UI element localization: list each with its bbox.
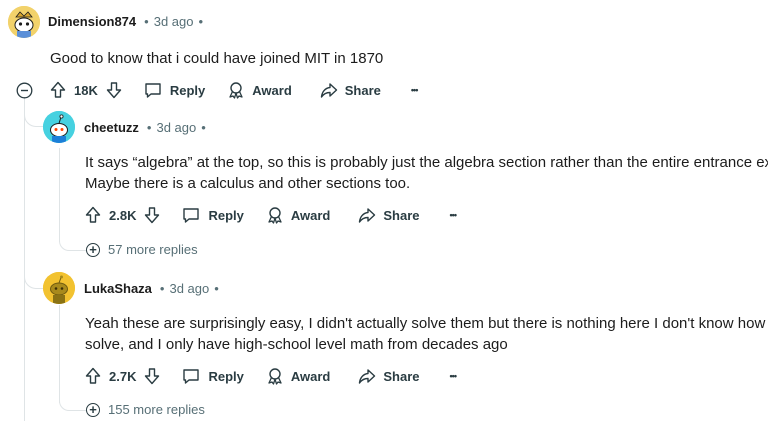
snoo-avatar-icon xyxy=(8,6,40,38)
reply-label: Reply xyxy=(208,368,244,384)
plus-icon: + xyxy=(86,242,100,257)
share-label: Share xyxy=(383,207,420,223)
separator-dot: • xyxy=(198,14,204,29)
comment-text-line: solve, and I only have high-school level… xyxy=(85,336,508,353)
more-replies-link[interactable]: + 155 more replies xyxy=(86,402,205,417)
reply-button[interactable]: Reply xyxy=(182,206,244,224)
separator-dot: • xyxy=(146,120,152,135)
vote-score: 2.7K xyxy=(109,368,137,384)
thread-line-root xyxy=(24,98,25,421)
upvote-button[interactable] xyxy=(85,206,101,224)
comment-username[interactable]: cheetuzz xyxy=(84,120,139,135)
separator-dot: • xyxy=(144,14,149,29)
award-icon xyxy=(229,82,243,99)
vote-score: 18K xyxy=(74,82,98,98)
snoo-avatar-icon xyxy=(43,272,75,304)
award-icon xyxy=(268,207,282,224)
connector-reply2 xyxy=(24,272,43,289)
downvote-arrow-icon xyxy=(145,207,160,224)
reply-bubble-icon xyxy=(145,83,161,98)
connector-more2 xyxy=(59,396,86,411)
thread-line-reply2 xyxy=(59,305,60,403)
separator-dot: • xyxy=(201,120,206,135)
comment-actions: 2.7K Reply Award Share ••• xyxy=(85,364,458,388)
share-arrow-icon xyxy=(359,369,376,384)
downvote-button[interactable] xyxy=(106,81,122,99)
thread-line-reply1 xyxy=(59,148,60,242)
reply-label: Reply xyxy=(169,82,206,98)
more-replies-link[interactable]: + 57 more replies xyxy=(86,242,198,257)
comment-body: It says “algebra” at the top, so this is… xyxy=(85,152,768,194)
award-button[interactable]: Award xyxy=(227,81,292,99)
collapse-minus-icon xyxy=(16,82,33,99)
reply-label: Reply xyxy=(208,207,244,223)
downvote-arrow-icon xyxy=(106,82,122,99)
upvote-arrow-icon xyxy=(85,206,101,223)
share-button[interactable]: Share xyxy=(358,367,420,385)
award-label: Award xyxy=(290,207,331,223)
collapse-button[interactable] xyxy=(16,82,33,99)
comment-text-line: It says “algebra” at the top, so this is… xyxy=(85,154,768,171)
comment-body: Yeah these are surprisingly easy, I didn… xyxy=(85,313,765,355)
comment-actions: 18K Reply Award Share ••• xyxy=(50,78,419,102)
share-arrow-icon xyxy=(359,208,376,223)
upvote-button[interactable] xyxy=(85,367,101,385)
share-label: Share xyxy=(344,82,381,98)
separator-dot: • xyxy=(214,281,219,296)
award-button[interactable]: Award xyxy=(266,206,331,224)
downvote-button[interactable] xyxy=(144,206,160,224)
upvote-arrow-icon xyxy=(85,367,101,384)
comment-text-line: Maybe there is a calculus and other sect… xyxy=(85,175,411,192)
avatar[interactable] xyxy=(43,111,75,143)
upvote-arrow-icon xyxy=(50,81,66,98)
comment-text-line: Good to know that i could have joined MI… xyxy=(50,50,384,67)
connector-more1 xyxy=(59,236,86,251)
downvote-arrow-icon xyxy=(145,368,160,385)
separator-dot: • xyxy=(159,281,165,296)
more-replies-label: 57 more replies xyxy=(108,242,198,257)
award-icon xyxy=(268,368,282,385)
more-options-button[interactable]: ••• xyxy=(450,210,458,220)
award-label: Award xyxy=(252,82,292,98)
avatar[interactable] xyxy=(43,272,75,304)
award-label: Award xyxy=(290,368,331,384)
share-button[interactable]: Share xyxy=(358,206,420,224)
comment-username[interactable]: Dimension874 xyxy=(48,14,136,29)
share-button[interactable]: Share xyxy=(320,81,381,99)
plus-icon: + xyxy=(86,402,100,417)
comment-body: Good to know that i could have joined MI… xyxy=(50,48,383,69)
more-options-button[interactable]: ••• xyxy=(411,85,419,95)
comment-actions: 2.8K Reply Award Share ••• xyxy=(85,203,458,227)
comment-time[interactable]: 3d ago xyxy=(169,281,209,296)
share-arrow-icon xyxy=(320,83,337,98)
upvote-button[interactable] xyxy=(50,81,66,99)
avatar[interactable] xyxy=(8,6,40,38)
comment-text-line: Yeah these are surprisingly easy, I didn… xyxy=(85,315,766,332)
award-button[interactable]: Award xyxy=(266,367,331,385)
snoo-avatar-icon xyxy=(43,111,75,143)
reply-button[interactable]: Reply xyxy=(182,367,244,385)
more-options-button[interactable]: ••• xyxy=(450,371,458,381)
reply-button[interactable]: Reply xyxy=(144,81,205,99)
reply-bubble-icon xyxy=(183,369,200,384)
comment-time[interactable]: 3d ago xyxy=(154,14,194,29)
more-replies-label: 155 more replies xyxy=(108,402,205,417)
vote-score: 2.8K xyxy=(109,207,137,223)
comment-time[interactable]: 3d ago xyxy=(156,120,196,135)
share-label: Share xyxy=(383,368,420,384)
comment-username[interactable]: LukaShaza xyxy=(84,281,152,296)
connector-reply1 xyxy=(24,110,43,127)
reply-bubble-icon xyxy=(183,208,200,223)
downvote-button[interactable] xyxy=(144,367,160,385)
